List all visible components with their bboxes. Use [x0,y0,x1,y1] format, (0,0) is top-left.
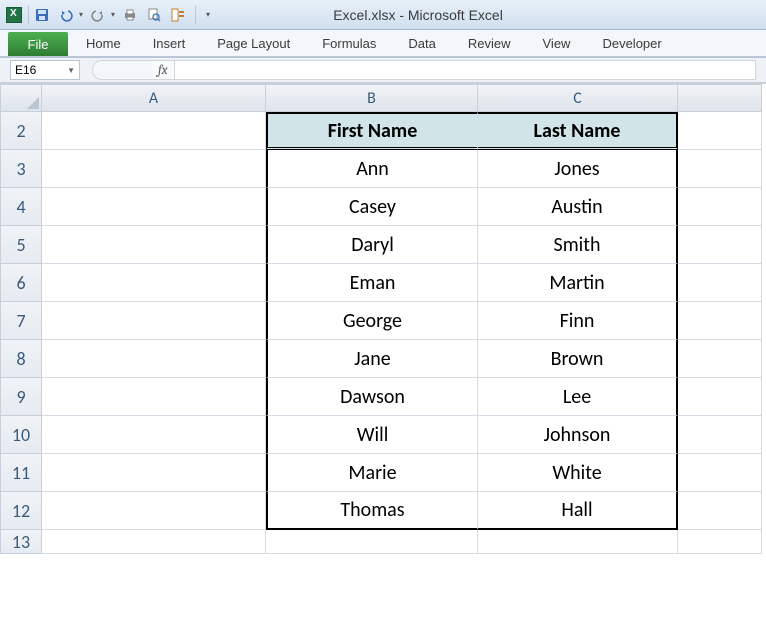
ribbon-tabs: File Home Insert Page Layout Formulas Da… [0,30,766,58]
row-header[interactable]: 8 [0,340,42,378]
tab-developer[interactable]: Developer [586,30,677,56]
cell[interactable] [678,340,762,378]
row-header[interactable]: 9 [0,378,42,416]
row-headers: 2 3 4 5 6 7 8 9 10 11 12 13 [0,112,42,554]
cell[interactable] [678,454,762,492]
row-header[interactable]: 11 [0,454,42,492]
cell[interactable] [42,416,266,454]
cell[interactable] [678,302,762,340]
cell[interactable] [678,492,762,530]
cell[interactable]: Jones [478,150,678,188]
cell[interactable]: Martin [478,264,678,302]
cell[interactable]: Will [266,416,478,454]
cell[interactable]: Lee [478,378,678,416]
row-header[interactable]: 7 [0,302,42,340]
cell[interactable] [678,530,762,554]
cell[interactable] [678,378,762,416]
fx-group: fx [92,60,174,80]
cell[interactable]: Thomas [266,492,478,530]
column-headers: A B C [0,84,766,112]
tab-formulas[interactable]: Formulas [306,30,392,56]
cell[interactable] [42,530,266,554]
tab-page-layout[interactable]: Page Layout [201,30,306,56]
fx-icon[interactable]: fx [152,60,174,80]
window-title: Excel.xlsx - Microsoft Excel [70,7,766,23]
tab-data[interactable]: Data [392,30,451,56]
cell[interactable]: George [266,302,478,340]
cell[interactable] [42,340,266,378]
cell[interactable]: Ann [266,150,478,188]
cell[interactable] [266,530,478,554]
cell[interactable]: Johnson [478,416,678,454]
name-box-value: E16 [15,63,36,77]
sheet-grid: 2 3 4 5 6 7 8 9 10 11 12 13 First Name L… [0,112,766,554]
table-header-first-name[interactable]: First Name [266,112,478,150]
cell[interactable]: Marie [266,454,478,492]
cell[interactable]: White [478,454,678,492]
column-header-d[interactable] [678,84,762,112]
save-icon[interactable] [33,6,51,24]
cell[interactable] [678,226,762,264]
cell[interactable] [478,530,678,554]
name-box[interactable]: E16 ▼ [10,60,80,80]
formula-input[interactable] [174,60,757,80]
row-header[interactable]: 12 [0,492,42,530]
cell[interactable]: Daryl [266,226,478,264]
cell[interactable] [42,112,266,150]
table-header-last-name[interactable]: Last Name [478,112,678,150]
tab-review[interactable]: Review [452,30,527,56]
cell[interactable] [678,264,762,302]
cells-area: First Name Last Name Ann Jones Casey Aus… [42,112,762,554]
cell[interactable] [42,226,266,264]
cell[interactable] [678,112,762,150]
cell[interactable] [678,416,762,454]
qat-separator [28,6,29,24]
cell[interactable] [42,302,266,340]
cell[interactable]: Austin [478,188,678,226]
select-all-corner[interactable] [0,84,42,112]
fx-buttons-area [92,60,152,80]
row-header[interactable]: 3 [0,150,42,188]
cell[interactable]: Casey [266,188,478,226]
column-header-c[interactable]: C [478,84,678,112]
tab-home[interactable]: Home [70,30,137,56]
cell[interactable]: Hall [478,492,678,530]
cell[interactable] [42,492,266,530]
cell[interactable] [42,264,266,302]
formula-bar-row: E16 ▼ fx [0,58,766,84]
cell[interactable] [42,150,266,188]
title-bar: ▾ ▾ ▾ Excel.xlsx - Microsoft Excel [0,0,766,30]
cell[interactable]: Eman [266,264,478,302]
file-tab[interactable]: File [8,32,68,56]
row-header[interactable]: 10 [0,416,42,454]
column-header-a[interactable]: A [42,84,266,112]
cell[interactable]: Dawson [266,378,478,416]
column-header-b[interactable]: B [266,84,478,112]
row-header[interactable]: 2 [0,112,42,150]
cell[interactable] [678,150,762,188]
cell[interactable]: Smith [478,226,678,264]
cell[interactable] [42,378,266,416]
name-box-dropdown-icon[interactable]: ▼ [67,66,75,75]
tab-view[interactable]: View [527,30,587,56]
cell[interactable] [42,188,266,226]
cell[interactable] [678,188,762,226]
tab-insert[interactable]: Insert [137,30,202,56]
cell[interactable]: Jane [266,340,478,378]
row-header[interactable]: 6 [0,264,42,302]
cell[interactable]: Brown [478,340,678,378]
row-header[interactable]: 5 [0,226,42,264]
row-header[interactable]: 4 [0,188,42,226]
cell[interactable] [42,454,266,492]
cell[interactable]: Finn [478,302,678,340]
row-header[interactable]: 13 [0,530,42,554]
excel-app-icon [6,7,22,23]
